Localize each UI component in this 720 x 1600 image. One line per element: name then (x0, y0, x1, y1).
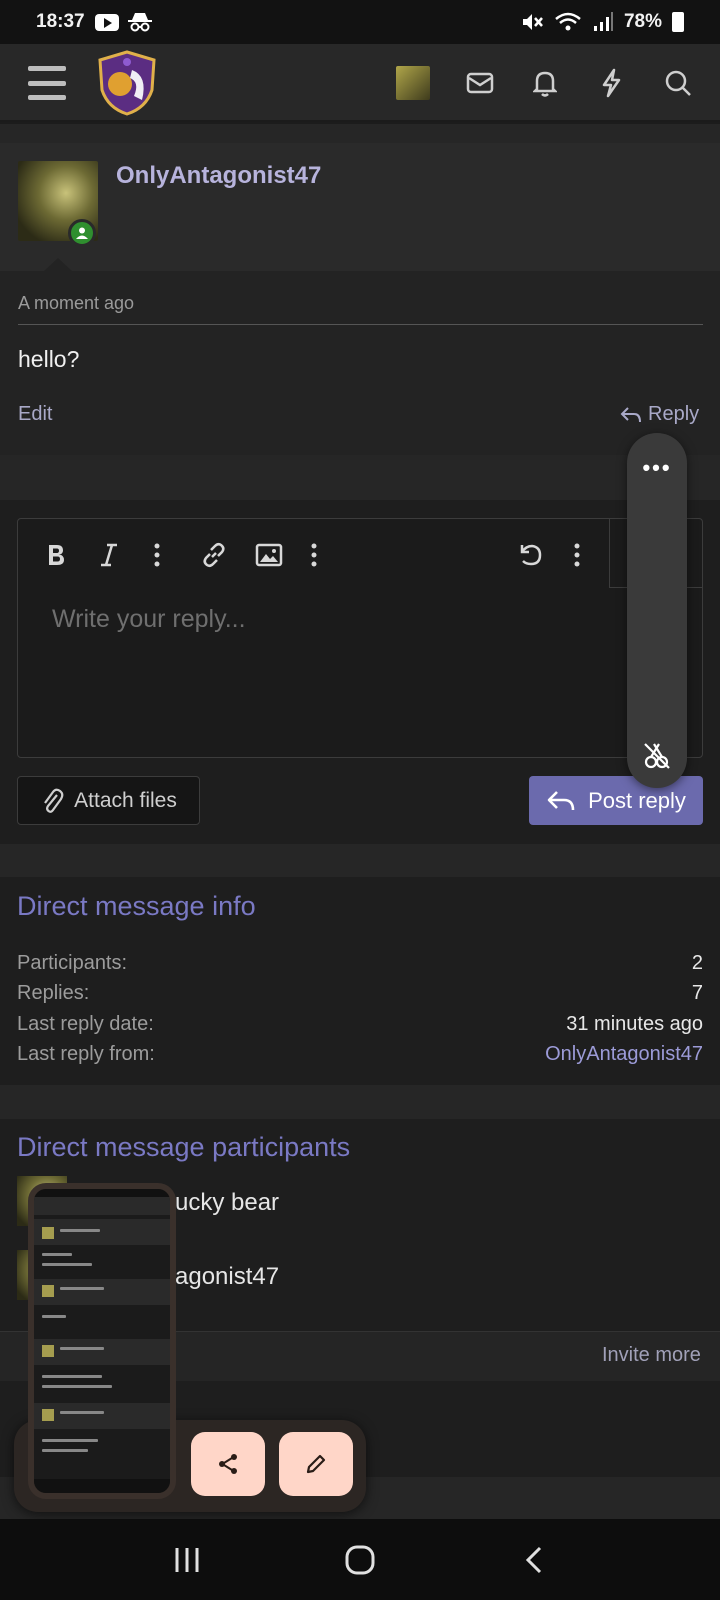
more-options-icon[interactable] (139, 537, 175, 573)
last-reply-user-link[interactable]: OnlyAntagonist47 (545, 1043, 703, 1066)
share-icon (219, 1454, 237, 1474)
more-options-icon[interactable] (559, 537, 595, 573)
menu-icon[interactable] (28, 66, 66, 100)
back-button[interactable] (512, 1538, 556, 1582)
bold-icon[interactable] (38, 537, 74, 573)
battery-percent: 78% (623, 11, 662, 32)
reply-link[interactable]: Reply (620, 403, 699, 426)
share-button[interactable] (191, 1432, 265, 1496)
paperclip-icon (44, 788, 64, 813)
post-header (0, 143, 720, 271)
info-row: Replies: 7 (17, 982, 703, 1004)
reply-label: Reply (648, 403, 700, 425)
youtube-icon (94, 13, 119, 31)
back-icon (525, 1546, 542, 1574)
image-icon[interactable] (251, 537, 287, 573)
bell-icon[interactable] (526, 64, 564, 102)
section-gap (0, 1085, 720, 1119)
signal-icon (593, 12, 613, 31)
italic-icon[interactable] (91, 537, 127, 573)
attach-files-label: Attach files (74, 788, 177, 812)
post-reply-button[interactable]: Post reply (529, 776, 703, 825)
attach-files-button[interactable]: Attach files (17, 776, 200, 825)
pencil-icon (306, 1454, 326, 1474)
section-gap (0, 124, 720, 143)
reply-icon (620, 406, 641, 422)
link-icon[interactable] (196, 537, 232, 573)
dm-participants-title: Direct message participants (17, 1132, 351, 1162)
more-icon[interactable]: ••• (627, 455, 687, 481)
mail-icon[interactable] (461, 64, 499, 102)
wifi-icon (555, 12, 581, 31)
top-navbar (0, 44, 720, 122)
post-timestamp[interactable]: A moment ago (18, 293, 134, 314)
home-icon (345, 1545, 375, 1575)
post-reply-label: Post reply (588, 787, 686, 813)
bolt-icon[interactable] (592, 64, 630, 102)
info-row: Last reply from: OnlyAntagonist47 (17, 1043, 703, 1066)
screenshot-thumbnail[interactable] (28, 1183, 176, 1499)
divider (18, 324, 703, 325)
post-message: hello? (18, 346, 80, 372)
status-time: 18:37 (36, 11, 85, 32)
dm-info-title: Direct message info (17, 891, 256, 921)
reply-input[interactable]: Write your reply... (52, 605, 246, 634)
post-pointer (44, 258, 72, 271)
floating-edge-panel[interactable]: ••• (627, 433, 687, 788)
more-options-icon[interactable] (296, 537, 332, 573)
section-gap (0, 844, 720, 877)
recents-icon (175, 1548, 199, 1572)
site-logo[interactable] (96, 50, 158, 116)
online-status-icon (68, 219, 96, 247)
edit-screenshot-button[interactable] (279, 1432, 353, 1496)
edit-link[interactable]: Edit (18, 403, 52, 426)
battery-icon (672, 12, 684, 32)
reply-icon (547, 790, 575, 810)
info-row: Participants: 2 (17, 952, 703, 974)
search-icon[interactable] (659, 64, 697, 102)
info-row: Last reply date: 31 minutes ago (17, 1013, 703, 1035)
participant-name[interactable]: ucky bear (175, 1189, 279, 1217)
mute-icon (522, 14, 543, 30)
avatar[interactable] (396, 66, 430, 100)
post-username[interactable]: OnlyAntagonist47 (116, 162, 321, 190)
recent-apps-button[interactable] (165, 1538, 209, 1582)
incognito-icon (127, 13, 152, 32)
section-gap (0, 455, 720, 500)
status-bar: 18:37 78% (0, 0, 720, 44)
home-button[interactable] (338, 1538, 382, 1582)
undo-icon[interactable] (512, 537, 548, 573)
screen-capture-off-icon[interactable] (641, 740, 673, 772)
participant-name[interactable]: agonist47 (175, 1263, 279, 1291)
invite-more-link[interactable]: Invite more (602, 1344, 701, 1367)
